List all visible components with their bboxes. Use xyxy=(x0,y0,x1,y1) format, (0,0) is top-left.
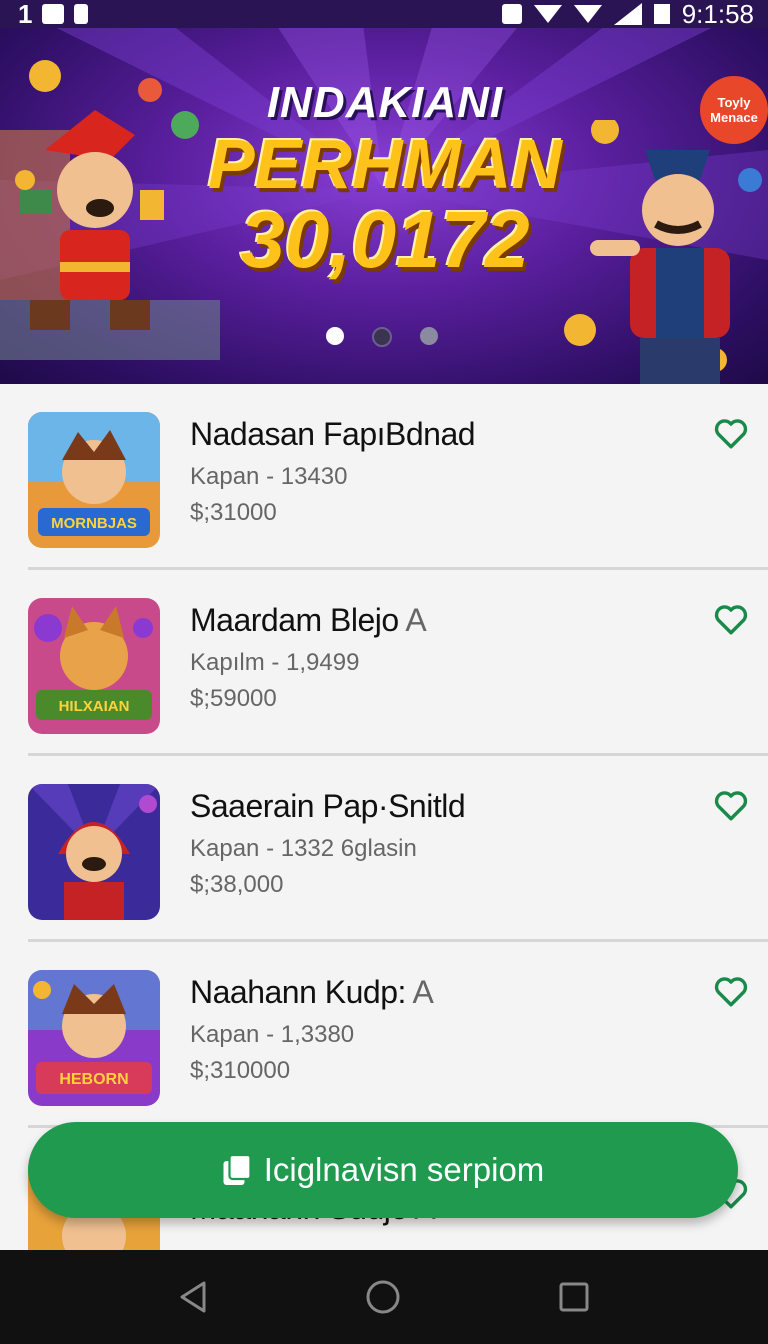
notification-icon xyxy=(42,4,65,24)
thumbnail-logo-text: HEBORN xyxy=(59,1071,128,1088)
game-thumbnail: HEBORN xyxy=(28,970,160,1106)
game-thumbnail: HILXAIAN xyxy=(28,598,160,734)
heart-icon[interactable] xyxy=(714,418,748,450)
heart-icon[interactable] xyxy=(714,976,748,1008)
game-thumbnail: MORNBJAS xyxy=(28,412,160,548)
banner-page-indicator xyxy=(326,327,438,347)
game-thumbnail xyxy=(28,784,160,920)
banner-subtitle: INDAKIANI xyxy=(266,78,504,127)
banner-number: 30,0172 xyxy=(240,195,530,284)
game-meta: Kapılm - 1,9499 xyxy=(190,649,360,676)
sim-icon xyxy=(74,4,89,24)
mute-icon xyxy=(501,4,522,24)
page-dot-2[interactable] xyxy=(372,327,392,347)
status-left-text: 1 xyxy=(18,0,33,29)
battery-icon xyxy=(653,4,670,24)
game-name: Naahann Kudp: A xyxy=(190,974,434,1010)
game-price: $;31000 xyxy=(190,499,277,526)
game-name: Saaerain Pap·Snitld xyxy=(190,788,466,824)
list-item[interactable]: MORNBJAS Nadasan FapıBdnad Kapan - 13430… xyxy=(0,384,768,570)
heart-icon[interactable] xyxy=(714,790,748,822)
wifi-icon xyxy=(533,5,562,23)
thumbnail-logo-text: HILXAIAN xyxy=(59,698,130,715)
home-circle-icon[interactable] xyxy=(365,1279,401,1315)
primary-cta-button[interactable]: Iciglnavisn serpiom xyxy=(28,1122,738,1218)
banner-title: PERHMAN xyxy=(208,125,562,203)
game-price: $;310000 xyxy=(190,1057,291,1084)
game-meta: Kapan - 1332 6glasin xyxy=(190,835,417,862)
page-dot-1[interactable] xyxy=(326,327,344,345)
banner-headline: INDAKIANI PERHMAN 30,0172 xyxy=(150,78,620,280)
game-price: $;59000 xyxy=(190,685,277,712)
game-name: Nadasan FapıBdnad xyxy=(190,416,476,452)
game-meta: Kapan - 13430 xyxy=(190,463,348,490)
cta-label: Iciglnavisn serpiom xyxy=(263,1151,545,1188)
bubble-line-1: Toyly xyxy=(717,95,751,110)
thumbnail-logo-text: MORNBJAS xyxy=(51,515,137,532)
game-name: Maardam Blejo A xyxy=(190,602,427,638)
data-icon xyxy=(573,5,602,23)
promo-bubble-badge: Toyly Menace xyxy=(700,76,768,144)
status-bar: 1 9:1:58 xyxy=(0,0,768,29)
list-item[interactable]: HEBORN Naahann Kudp: A Kapan - 1,3380 $;… xyxy=(0,942,768,1128)
heart-icon[interactable] xyxy=(714,604,748,636)
recents-square-icon[interactable] xyxy=(558,1281,590,1313)
list-item[interactable]: Saaerain Pap·Snitld Kapan - 1332 6glasin… xyxy=(0,756,768,942)
game-price: $;38,000 xyxy=(190,871,284,898)
game-meta: Kapan - 1,3380 xyxy=(190,1021,355,1048)
back-triangle-icon[interactable] xyxy=(178,1280,208,1314)
bubble-line-2: Menace xyxy=(710,110,758,125)
page-dot-3[interactable] xyxy=(420,327,438,345)
wallet-icon xyxy=(223,1153,252,1185)
system-navigation-bar xyxy=(0,1250,768,1344)
promo-banner[interactable]: INDAKIANI PERHMAN 30,0172 Toyly Menace xyxy=(0,0,768,384)
list-item[interactable]: HILXAIAN Maardam Blejo A Kapılm - 1,9499… xyxy=(0,570,768,756)
signal-icon xyxy=(613,3,642,25)
status-time: 9:1:58 xyxy=(681,0,754,29)
